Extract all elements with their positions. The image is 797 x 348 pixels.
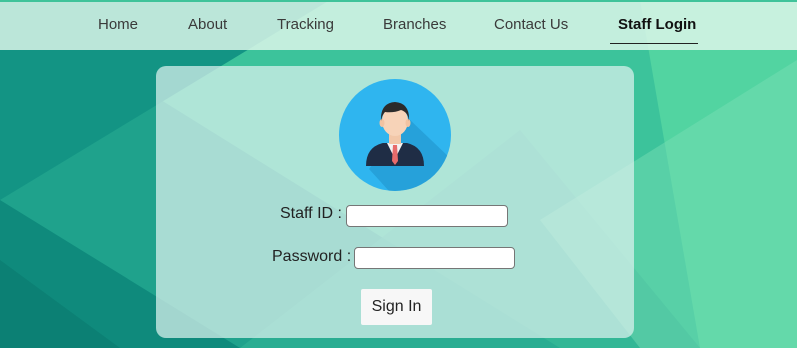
active-nav-underline bbox=[610, 43, 698, 44]
top-navigation-bar: Home About Tracking Branches Contact Us … bbox=[0, 0, 797, 50]
nav-top-accent-line bbox=[0, 0, 797, 2]
nav-link-branches[interactable]: Branches bbox=[383, 16, 446, 33]
nav-link-tracking[interactable]: Tracking bbox=[277, 16, 334, 33]
nav-link-contact-us[interactable]: Contact Us bbox=[494, 16, 568, 33]
staff-id-input[interactable] bbox=[346, 205, 508, 227]
sign-in-button[interactable]: Sign In bbox=[361, 289, 432, 325]
nav-link-about[interactable]: About bbox=[188, 16, 227, 33]
nav-link-staff-login[interactable]: Staff Login bbox=[618, 16, 696, 33]
nav-link-home[interactable]: Home bbox=[98, 16, 138, 33]
staff-id-label: Staff ID : bbox=[280, 205, 342, 222]
login-card: Staff ID : Password : Sign In bbox=[156, 66, 634, 338]
password-label: Password : bbox=[272, 248, 352, 265]
password-input[interactable] bbox=[354, 247, 515, 269]
staff-avatar-icon bbox=[339, 79, 451, 191]
